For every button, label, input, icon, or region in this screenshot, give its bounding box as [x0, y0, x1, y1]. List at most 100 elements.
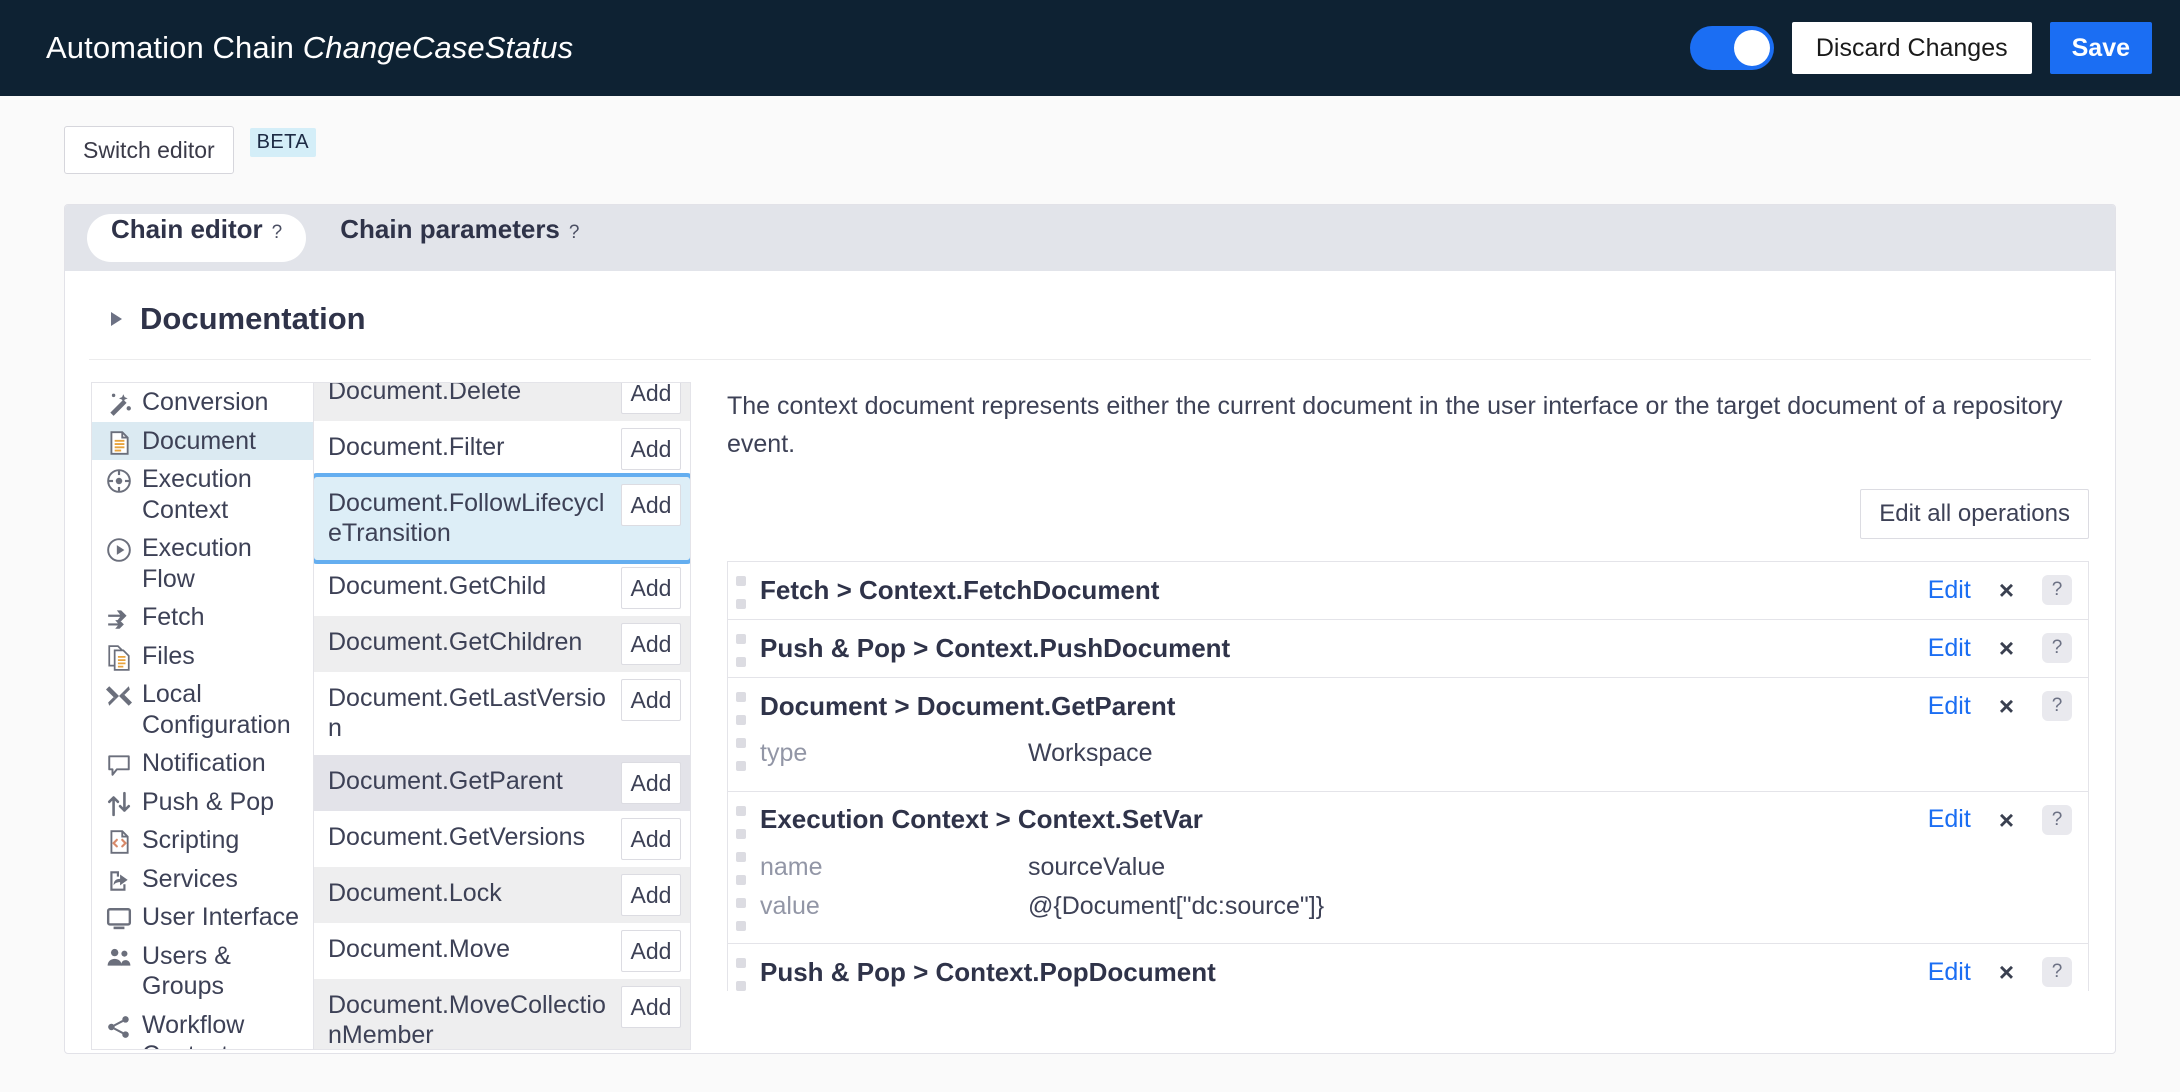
discard-changes-button[interactable]: Discard Changes	[1791, 22, 2032, 74]
network-share-icon	[106, 1014, 132, 1040]
operation-row[interactable]: Document.Filter Add	[314, 421, 690, 477]
add-operation-button[interactable]: Add	[621, 383, 681, 414]
category-item-user-interface[interactable]: User Interface	[92, 898, 313, 937]
category-item-label: Push & Pop	[142, 787, 275, 816]
category-item-files[interactable]: Files	[92, 637, 313, 676]
edit-operation-link[interactable]: Edit	[1928, 958, 1971, 987]
operation-parameters: type Workspace	[760, 734, 2088, 791]
edit-all-operations-button[interactable]: Edit all operations	[1860, 489, 2089, 539]
add-operation-button[interactable]: Add	[621, 930, 681, 972]
category-item-label: Users & Groups	[142, 941, 231, 1001]
operation-list-inner: Document.Delete Add Document.Filter Add Docu…	[314, 383, 690, 1049]
add-operation-button[interactable]: Add	[621, 679, 681, 721]
category-item-push-pop[interactable]: Push & Pop	[92, 783, 313, 822]
drag-handle-icon[interactable]	[728, 562, 754, 619]
help-icon[interactable]: ?	[2042, 804, 2072, 835]
operation-name: Document.GetChildren	[328, 628, 583, 656]
drag-handle-icon[interactable]	[728, 620, 754, 677]
category-item-fetch[interactable]: Fetch	[92, 598, 313, 637]
operation-row[interactable]: Document.GetChild Add	[314, 560, 690, 616]
category-item-scripting[interactable]: Scripting	[92, 821, 313, 860]
add-operation-button[interactable]: Add	[621, 762, 681, 804]
operation-row[interactable]: Document.GetLastVersion Add	[314, 672, 690, 755]
edit-operation-link[interactable]: Edit	[1928, 805, 1971, 834]
category-item-label: Workflow Context	[142, 1010, 245, 1050]
chain-operation-card: Push & Pop > Context.PushDocument Edit ×?	[728, 620, 2088, 678]
category-description: The context document represents either t…	[727, 392, 2063, 458]
chevron-right-icon[interactable]	[111, 312, 122, 326]
close-icon[interactable]: ×	[1999, 577, 2014, 603]
share-document-icon	[106, 868, 132, 894]
chain-operation-actions: Edit ×?	[1928, 691, 2072, 721]
chain-operation-title: Execution Context > Context.SetVar	[760, 804, 1203, 835]
operation-name: Document.GetParent	[314, 755, 621, 811]
tab-chain-editor[interactable]: Chain editor ?	[87, 214, 307, 262]
chain-operation-header: Document > Document.GetParent Edit ×?	[760, 678, 2088, 734]
close-icon[interactable]: ×	[1999, 807, 2014, 833]
operation-row[interactable]: Document.Lock Add	[314, 867, 690, 923]
help-icon[interactable]: ?	[2042, 575, 2072, 605]
switch-editor-button[interactable]: Switch editor	[64, 126, 234, 174]
edit-operation-link[interactable]: Edit	[1928, 634, 1971, 663]
category-item-workflow-context[interactable]: Workflow Context	[92, 1006, 313, 1050]
chain-operation-title: Push & Pop > Context.PushDocument	[760, 632, 1231, 663]
documentation-section-header[interactable]: Documentation	[89, 271, 2091, 360]
add-operation-button[interactable]: Add	[621, 874, 681, 916]
page-title: Automation Chain ChangeCaseStatus	[46, 30, 573, 66]
add-operation-button[interactable]: Add	[621, 623, 681, 665]
chain-operation-actions: Edit ×?	[1928, 575, 2072, 605]
push-pop-arrows-icon	[106, 791, 132, 817]
drag-handle-icon[interactable]	[728, 792, 754, 944]
help-icon[interactable]: ?	[2042, 691, 2072, 721]
help-icon[interactable]: ?	[2042, 633, 2072, 663]
chain-operation-header: Push & Pop > Context.PopDocument Edit ×?	[760, 944, 2088, 991]
close-icon[interactable]: ×	[1999, 635, 2014, 661]
edit-operation-link[interactable]: Edit	[1928, 692, 1971, 721]
operation-row[interactable]: Document.GetParent Add	[314, 755, 690, 811]
operation-row[interactable]: Document.GetChildren Add	[314, 616, 690, 672]
operation-name: Document.Move	[328, 935, 511, 963]
help-icon[interactable]: ?	[2042, 957, 2072, 988]
edit-operation-link[interactable]: Edit	[1928, 576, 1971, 605]
add-operation-button[interactable]: Add	[621, 986, 681, 1028]
operation-name: Document.GetChild	[328, 572, 547, 600]
operation-row[interactable]: Document.FollowLifecycleTransition Add	[314, 473, 690, 564]
drag-handle-icon[interactable]	[728, 944, 754, 991]
tab-chain-editor-help-icon[interactable]: ?	[272, 222, 283, 244]
add-operation-button[interactable]: Add	[621, 567, 681, 609]
close-icon[interactable]: ×	[1999, 959, 2014, 985]
category-item-label: Execution Context	[142, 465, 252, 524]
operation-list[interactable]: Document.Delete Add Document.Filter Add Docu…	[313, 382, 691, 1050]
add-operation-button[interactable]: Add	[621, 818, 681, 860]
category-item-users-groups[interactable]: Users & Groups	[92, 937, 313, 1006]
operation-row[interactable]: Document.Move Add	[314, 923, 690, 979]
operation-row[interactable]: Document.Delete Add	[314, 383, 690, 421]
operation-row[interactable]: Document.GetVersions Add	[314, 811, 690, 867]
users-icon	[106, 945, 132, 971]
chain-operation-body: Push & Pop > Context.PopDocument Edit ×?	[754, 944, 2088, 991]
parameter-value: sourceValue	[1028, 852, 1166, 881]
category-list[interactable]: Conversion Document Execution Context Execu…	[91, 382, 313, 1050]
add-operation-button[interactable]: Add	[621, 484, 681, 526]
drag-handle-icon[interactable]	[728, 678, 754, 791]
operation-row[interactable]: Document.MoveCollectionMember Add	[314, 979, 690, 1049]
category-item-label: User Interface	[142, 903, 300, 931]
close-icon[interactable]: ×	[1999, 693, 2014, 719]
enabled-toggle[interactable]	[1689, 26, 1774, 70]
parameter-key: name	[760, 852, 823, 881]
chain-operation-header: Push & Pop > Context.PushDocument Edit ×?	[760, 620, 2088, 676]
category-item-local-configuration[interactable]: Local Configuration	[92, 675, 313, 744]
category-item-services[interactable]: Services	[92, 860, 313, 899]
tab-chain-parameters-help-icon[interactable]: ?	[569, 222, 580, 244]
category-item-execution-flow[interactable]: Execution Flow	[92, 529, 313, 598]
category-item-notification[interactable]: Notification	[92, 744, 313, 783]
category-item-execution-context[interactable]: Execution Context	[92, 460, 313, 529]
arrows-right-icon	[106, 606, 132, 632]
play-circle-icon	[106, 537, 132, 563]
category-item-conversion[interactable]: Conversion	[92, 383, 313, 422]
operation-name: Document.FollowLifecycleTransition	[328, 489, 605, 547]
category-item-document[interactable]: Document	[92, 421, 313, 460]
tab-chain-parameters[interactable]: Chain parameters ?	[316, 214, 603, 262]
save-button[interactable]: Save	[2049, 22, 2152, 74]
add-operation-button[interactable]: Add	[621, 428, 681, 470]
